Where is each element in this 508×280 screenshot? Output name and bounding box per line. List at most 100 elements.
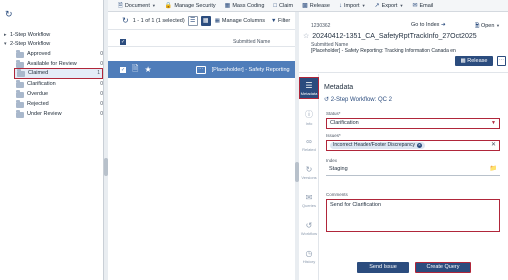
open-icon: 🗎 <box>475 23 480 29</box>
history-icon: ◷ <box>305 249 313 258</box>
folder-icon <box>16 110 24 118</box>
list-header: ↻ 1 - 1 of 1 (1 selected) ☰ ▦ ▦ Manage C… <box>108 12 295 30</box>
nav-metadata[interactable]: ☰ Metadata <box>299 77 319 99</box>
column-header-row: ✓ Submitted Name <box>108 37 295 47</box>
import-menu[interactable]: ↓ Import ▼ <box>339 3 366 9</box>
nav-info[interactable]: ⓘ Info <box>299 106 319 128</box>
nav-related[interactable]: ∞ Related <box>299 134 319 156</box>
status-value: Clarification <box>330 120 359 126</box>
tree-item-count: 0 <box>100 111 103 117</box>
import-icon: ↓ <box>338 2 342 9</box>
comments-label: Comments <box>326 192 348 197</box>
open-menu[interactable]: 🗎 Open ▼ <box>475 22 500 31</box>
issues-select[interactable]: Incorrect Header/Footer Discrepancy ✕ ✕ <box>326 140 500 151</box>
chevron-down-icon: ▼ <box>491 120 496 126</box>
tree-item-label: Approved <box>27 51 51 57</box>
arrow-right-icon: ➜ <box>440 22 446 28</box>
chevron-down-icon: ▼ <box>361 3 366 8</box>
release-toolbar-button[interactable]: ▩ Release <box>302 2 330 10</box>
tree-item-clarification[interactable]: Clarification 0 <box>16 80 103 89</box>
index-label: Index <box>326 158 338 163</box>
document-title: ☆ 20240412-1351_CA_SafetyRptTrackInfo_27O… <box>303 33 477 40</box>
nav-workflow[interactable]: ↺ Workflow <box>299 218 319 240</box>
folder-icon <box>16 100 24 108</box>
tree-item-overdue[interactable]: Overdue 0 <box>16 90 103 99</box>
nav-versions[interactable]: ↻ Versions <box>299 162 319 184</box>
email-button[interactable]: ✉ Email <box>412 2 433 10</box>
tree-item-1-step-workflow[interactable]: ▸ 1-Step Workflow <box>4 31 100 40</box>
chevron-down-icon: ▼ <box>151 3 156 8</box>
top-toolbar: 🗎 Document ▼ 🔒 Manage Security ▦ Mass Co… <box>108 0 508 12</box>
result-count: 1 - 1 of 1 (1 selected) <box>132 17 185 24</box>
index-field[interactable]: Staging 📁 <box>326 165 500 176</box>
tree-item-label: 1-Step Workflow <box>10 32 51 38</box>
folder-tree-panel: ↻ ▸ 1-Step Workflow ▾ 2-Step Workflow Ap… <box>0 0 104 280</box>
metadata-heading: Metadata <box>324 84 354 91</box>
tree-item-label: Claimed <box>28 70 49 76</box>
export-icon: ↗ <box>374 3 380 9</box>
remove-chip-icon[interactable]: ✕ <box>416 143 422 148</box>
go-to-index-link[interactable]: Go to Index ➜ <box>411 22 446 28</box>
tree-item-rejected[interactable]: Rejected 0 <box>16 100 103 109</box>
tree-item-label: Clarification <box>27 81 56 87</box>
folder-icon <box>17 69 25 77</box>
tree-item-2-step-workflow[interactable]: ▾ 2-Step Workflow <box>4 40 100 49</box>
comments-textarea[interactable]: Send for Clarification <box>326 199 500 232</box>
chevron-down-icon: ▼ <box>495 23 500 28</box>
refresh-icon[interactable]: ↻ <box>5 9 15 19</box>
column-header-submitted-name[interactable]: Submitted Name <box>233 39 270 45</box>
list-view-icon[interactable]: ☰ <box>187 15 198 26</box>
folder-icon <box>16 90 24 98</box>
send-issue-button[interactable]: Send Issue <box>357 262 409 273</box>
nav-queries[interactable]: ✉ Queries <box>299 190 319 212</box>
status-label: Status* <box>326 111 341 116</box>
status-select[interactable]: Clarification ▼ <box>326 118 500 129</box>
tree-item-count: 0 <box>100 81 103 87</box>
filter-button[interactable]: ▼ Filter <box>271 18 290 24</box>
tree-item-claimed[interactable]: Claimed 1 <box>14 68 103 79</box>
document-menu[interactable]: 🗎 Document ▼ <box>118 1 156 11</box>
tree-item-label: Overdue <box>27 91 49 97</box>
create-query-button[interactable]: Create Query <box>415 262 471 273</box>
tree-item-under-review[interactable]: Under Review 0 <box>16 110 103 119</box>
workflow-icon: ↺ <box>324 97 330 103</box>
mass-coding-button[interactable]: ▦ Mass Coding <box>225 2 265 10</box>
table-row[interactable]: ✓ 🗎 ★ ⋯ [Placeholder] - Safety Reporting <box>108 61 295 78</box>
folder-browse-icon[interactable]: 📁 <box>490 165 497 174</box>
versions-icon: ↻ <box>305 165 313 174</box>
row-submitted-name: [Placeholder] - Safety Reporting <box>211 66 290 73</box>
comments-value: Send for Clarification <box>330 202 382 208</box>
submitted-name-value: [Placeholder] - Safety Reporting: Tracki… <box>311 48 456 54</box>
clear-icon[interactable]: ✕ <box>491 141 496 150</box>
reload-icon[interactable]: ↻ <box>122 16 129 25</box>
row-checkbox[interactable]: ✓ <box>120 66 126 73</box>
detail-more-options-button[interactable]: ⋯ <box>497 56 506 66</box>
release-button[interactable]: ▩ Release <box>455 56 493 66</box>
star-outline-icon[interactable]: ☆ <box>303 33 309 40</box>
detail-side-nav: ☰ Metadata ⓘ Info ∞ Related ↻ Versions ✉… <box>299 74 319 280</box>
star-icon[interactable]: ★ <box>144 65 151 74</box>
claim-button[interactable]: □ Claim <box>273 3 293 9</box>
tree-item-approved[interactable]: Approved 0 <box>16 50 103 59</box>
more-options-button[interactable]: ⋯ <box>195 65 206 74</box>
workflow-icon: ↺ <box>305 221 313 230</box>
grid-view-icon[interactable]: ▦ <box>200 15 211 26</box>
document-list-panel: ↻ 1 - 1 of 1 (1 selected) ☰ ▦ ▦ Manage C… <box>108 12 295 280</box>
related-icon: ∞ <box>306 137 312 146</box>
folder-icon <box>16 80 24 88</box>
manage-security-button[interactable]: 🔒 Manage Security <box>164 2 216 10</box>
document-icon: 🗎 <box>132 63 139 73</box>
release-icon: ▩ <box>302 3 308 9</box>
tree-item-count: 0 <box>100 51 103 57</box>
tree-item-label: Under Review <box>27 111 62 117</box>
queries-icon: ✉ <box>305 193 313 202</box>
issues-label: Issues* <box>326 133 341 138</box>
select-all-checkbox[interactable]: ✓ <box>120 38 126 45</box>
tree-item-count: 1 <box>97 70 100 76</box>
lock-icon: 🔒 <box>164 3 173 9</box>
manage-columns-button[interactable]: ▦ Manage Columns <box>215 18 265 24</box>
nav-history[interactable]: ◷ History <box>299 246 319 268</box>
export-menu[interactable]: ↗ Export ▼ <box>374 2 404 10</box>
chevron-down-icon: ▼ <box>399 3 404 8</box>
index-value: Staging <box>329 166 348 172</box>
